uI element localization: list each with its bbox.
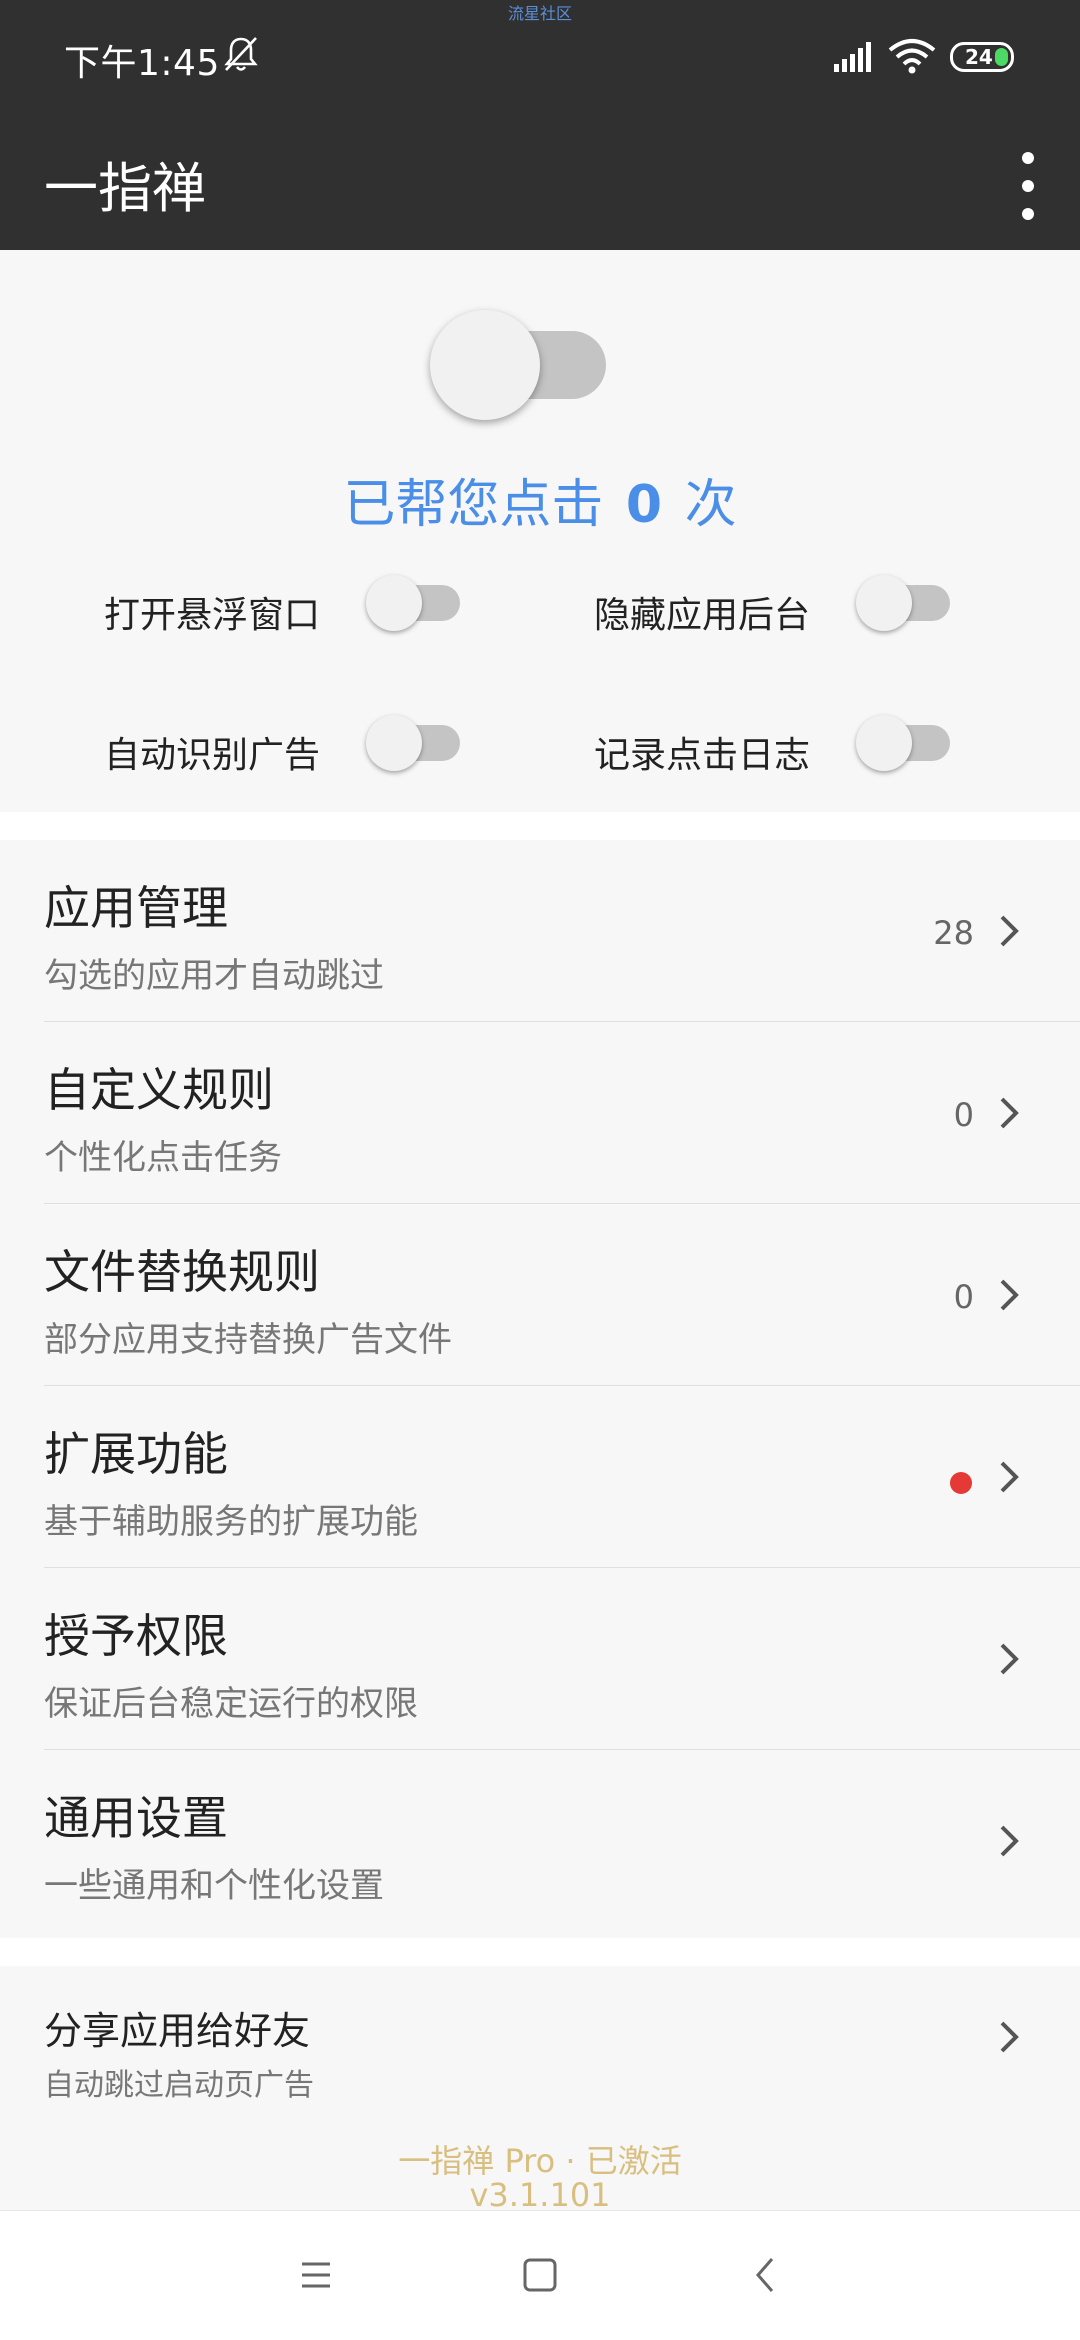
menu-item-subtitle: 一些通用和个性化设置 xyxy=(44,1866,384,1906)
share-title: 分享应用给好友 xyxy=(44,2009,311,2053)
menu-item-count: 0 xyxy=(953,1278,974,1316)
option-label: 打开悬浮窗口 xyxy=(104,595,321,636)
battery-charge xyxy=(995,48,1008,66)
battery-icon: 24 xyxy=(950,42,1014,72)
counter-value: 0 xyxy=(625,475,663,535)
app-title: 一指禅 xyxy=(44,157,206,220)
menu-item-title: 自定义规则 xyxy=(44,1063,274,1117)
click-log-toggle[interactable] xyxy=(856,710,952,776)
menu-item-subtitle: 部分应用支持替换广告文件 xyxy=(44,1320,452,1360)
auto-detect-ads-toggle[interactable] xyxy=(366,710,462,776)
bell-off-icon xyxy=(224,37,258,71)
share-subtitle: 自动跳过启动页广告 xyxy=(44,2068,314,2103)
app-bar: 一指禅 xyxy=(0,118,1080,250)
menu-item-count: 0 xyxy=(953,1096,974,1134)
menu-item-custom-rules[interactable]: 自定义规则 个性化点击任务 0 xyxy=(0,1022,1080,1204)
menu-item-title: 应用管理 xyxy=(44,881,228,935)
status-bar: 流星社区 下午1:45 24 xyxy=(0,0,1080,118)
menu-item-general-settings[interactable]: 通用设置 一些通用和个性化设置 xyxy=(0,1750,1080,1932)
app-screen: 流星社区 下午1:45 24 一指禅 已帮您点击 0 次 打开悬浮窗口 隐藏应用… xyxy=(0,0,1080,2340)
menu-item-subtitle: 勾选的应用才自动跳过 xyxy=(44,956,384,996)
main-service-switch[interactable] xyxy=(430,310,608,420)
service-card: 已帮您点击 0 次 打开悬浮窗口 隐藏应用后台 自动识别广告 记录点击日志 xyxy=(0,250,1080,812)
home-icon[interactable] xyxy=(510,2245,570,2305)
chevron-right-icon xyxy=(1000,915,1019,947)
menu-item-extensions[interactable]: 扩展功能 基于辅助服务的扩展功能 xyxy=(0,1386,1080,1568)
counter-prefix: 已帮您点击 xyxy=(343,475,604,535)
chevron-right-icon xyxy=(1000,1279,1019,1311)
share-card: 分享应用给好友 自动跳过启动页广告 一指禅 Pro · 已激活 v3.1.101 xyxy=(0,1966,1080,2214)
menu-item-title: 扩展功能 xyxy=(44,1427,228,1481)
menu-item-title: 通用设置 xyxy=(44,1791,228,1845)
more-vert-icon[interactable] xyxy=(1000,146,1056,226)
chevron-right-icon xyxy=(1000,1097,1019,1129)
new-badge-dot xyxy=(950,1472,972,1494)
status-time: 下午1:45 xyxy=(64,43,220,84)
chevron-right-icon xyxy=(1000,1825,1019,1857)
menu-item-count: 28 xyxy=(933,914,974,952)
menu-item-title: 授予权限 xyxy=(44,1609,228,1663)
floating-window-toggle[interactable] xyxy=(366,570,462,636)
menu-item-file-replace-rules[interactable]: 文件替换规则 部分应用支持替换广告文件 0 xyxy=(0,1204,1080,1386)
battery-level: 24 xyxy=(965,45,993,69)
system-nav-bar xyxy=(0,2210,1080,2340)
chevron-right-icon xyxy=(1000,2021,1019,2053)
main-switch-knob xyxy=(430,310,540,420)
back-icon[interactable] xyxy=(736,2245,796,2305)
signal-icon xyxy=(834,42,871,72)
chevron-right-icon xyxy=(1000,1461,1019,1493)
version-text: v3.1.101 xyxy=(469,2176,611,2214)
menu-item-permissions[interactable]: 授予权限 保证后台稳定运行的权限 xyxy=(0,1568,1080,1750)
menu-item-app-management[interactable]: 应用管理 勾选的应用才自动跳过 28 xyxy=(0,840,1080,1022)
option-label: 自动识别广告 xyxy=(104,735,321,776)
menu-item-subtitle: 基于辅助服务的扩展功能 xyxy=(44,1502,418,1542)
menu-icon[interactable] xyxy=(286,2245,346,2305)
settings-menu: 应用管理 勾选的应用才自动跳过 28 自定义规则 个性化点击任务 0 文件替换规… xyxy=(0,840,1080,1938)
counter-suffix: 次 xyxy=(684,475,737,535)
chevron-right-icon xyxy=(1000,1643,1019,1675)
menu-item-subtitle: 个性化点击任务 xyxy=(44,1138,282,1178)
hide-recents-toggle[interactable] xyxy=(856,570,952,636)
watermark-text: 流星社区 xyxy=(507,4,572,23)
option-label: 记录点击日志 xyxy=(594,735,811,776)
menu-item-title: 文件替换规则 xyxy=(44,1245,320,1299)
wifi-icon xyxy=(888,39,936,74)
menu-item-subtitle: 保证后台稳定运行的权限 xyxy=(44,1684,418,1724)
click-counter: 已帮您点击 0 次 xyxy=(0,462,1080,537)
option-label: 隐藏应用后台 xyxy=(594,595,811,636)
